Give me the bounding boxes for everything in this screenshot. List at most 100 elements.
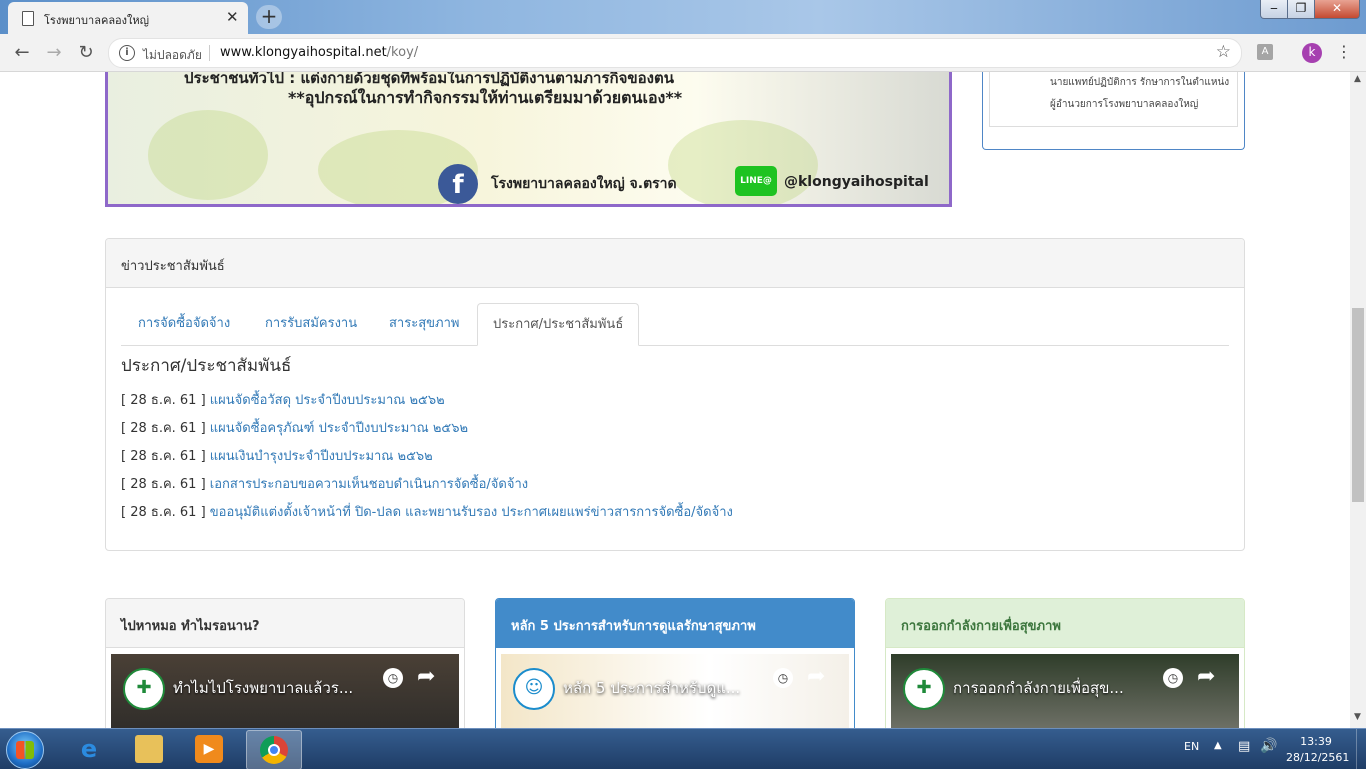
- media-player-icon: ▶: [195, 735, 223, 763]
- url-path: /koy/: [386, 45, 419, 60]
- tray-expand-icon[interactable]: ▲: [1214, 740, 1222, 751]
- video-card-wait-time: ไปหาหมอ ทำไมรอนาน? ✚ ทำไมไปโรงพยาบาลแล้ว…: [105, 598, 465, 728]
- tab-health[interactable]: สาระสุขภาพ: [374, 303, 474, 344]
- taskbar-media-player[interactable]: ▶: [182, 730, 236, 768]
- card-title: ไปหาหมอ ทำไมรอนาน?: [121, 619, 260, 634]
- security-label[interactable]: ไม่ปลอดภัย: [143, 46, 202, 65]
- news-link[interactable]: แผนเงินบำรุงประจำปีงบประมาณ ๒๕๖๒: [210, 449, 433, 464]
- news-link[interactable]: แผนจัดซื้อวัสดุ ประจำปีงบประมาณ ๒๕๖๒: [210, 393, 445, 408]
- browser-title-bar: โรงพยาบาลคลองใหญ่ ✕ + ‒ ❐ ✕: [0, 0, 1366, 34]
- language-indicator[interactable]: EN: [1184, 740, 1199, 753]
- list-item: [ 28 ธ.ค. 61 ] แผนเงินบำรุงประจำปีงบประม…: [121, 445, 433, 466]
- video-card-health-principles: หลัก 5 ประการสำหรับการดูแลรักษาสุขภาพ ☺ …: [495, 598, 855, 728]
- card-header: หลัก 5 ประการสำหรับการดูแลรักษาสุขภาพ: [496, 599, 854, 648]
- news-link[interactable]: แผนจัดซื้อครุภัณฑ์ ประจำปีงบประมาณ ๒๕๖๒: [210, 421, 468, 436]
- chrome-icon: [260, 736, 288, 764]
- card-title: การออกกำลังกายเพื่อสุขภาพ: [901, 619, 1061, 634]
- line-id: @klongyaihospital: [784, 174, 929, 190]
- news-tabs: การจัดซื้อจัดจ้าง การรับสมัครงาน สาระสุข…: [121, 303, 1229, 346]
- profile-avatar[interactable]: k: [1302, 43, 1322, 63]
- pdf-extension-icon[interactable]: A: [1257, 44, 1273, 60]
- line-icon: LINE@: [735, 166, 777, 196]
- reload-icon[interactable]: ↻: [74, 41, 98, 65]
- banner-text-line2: **อุปกรณ์ในการทำกิจกรรมให้ท่านเตรียมมาด้…: [288, 88, 683, 107]
- share-icon[interactable]: ➦: [1197, 664, 1215, 689]
- url-host: www.klongyaihospital.net: [220, 45, 387, 60]
- news-date: [ 28 ธ.ค. 61 ]: [121, 449, 206, 464]
- share-icon[interactable]: ➦: [807, 664, 825, 689]
- window-minimize-button[interactable]: ‒: [1260, 0, 1288, 19]
- video-title[interactable]: การออกกำลังกายเพื่อสุข...: [953, 676, 1124, 700]
- moph-logo-icon: ✚: [123, 668, 165, 710]
- network-icon[interactable]: ▤: [1238, 739, 1250, 754]
- internet-explorer-icon: e: [80, 735, 98, 763]
- taskbar-internet-explorer[interactable]: e: [62, 730, 116, 768]
- video-player[interactable]: ☺ หลัก 5 ประการสำหรับดูแ... ◷ ➦: [501, 654, 849, 728]
- watch-later-icon[interactable]: ◷: [383, 668, 403, 688]
- back-icon[interactable]: ←: [10, 41, 34, 65]
- news-date: [ 28 ธ.ค. 61 ]: [121, 505, 206, 520]
- taskbar-chrome[interactable]: [246, 730, 302, 770]
- presenter-avatar-icon: ☺: [513, 668, 555, 710]
- video-title[interactable]: หลัก 5 ประการสำหรับดูแ...: [563, 676, 740, 700]
- list-item: [ 28 ธ.ค. 61 ] ขออนุมัติแต่งตั้งเจ้าหน้า…: [121, 501, 733, 522]
- list-item: [ 28 ธ.ค. 61 ] แผนจัดซื้อครุภัณฑ์ ประจำป…: [121, 417, 468, 438]
- video-title[interactable]: ทำไมไปโรงพยาบาลแล้วร...: [173, 676, 353, 700]
- news-date: [ 28 ธ.ค. 61 ]: [121, 477, 206, 492]
- url-text[interactable]: www.klongyaihospital.net/koy/: [220, 45, 418, 60]
- address-divider: [209, 45, 210, 61]
- tab-announcements[interactable]: ประกาศ/ประชาสัมพันธ์: [477, 303, 640, 346]
- volume-icon[interactable]: 🔊: [1260, 738, 1277, 754]
- news-panel-header: ข่าวประชาสัมพันธ์: [106, 239, 1244, 288]
- news-link[interactable]: เอกสารประกอบขอความเห็นชอบดำเนินการจัดซื้…: [210, 477, 528, 492]
- video-player[interactable]: ✚ ทำไมไปโรงพยาบาลแล้วร... ◷ ➦: [111, 654, 459, 728]
- browser-tab[interactable]: โรงพยาบาลคลองใหญ่ ✕: [8, 2, 248, 34]
- watch-later-icon[interactable]: ◷: [1163, 668, 1183, 688]
- video-player[interactable]: ✚ การออกกำลังกายเพื่อสุข... ◷ ➦: [891, 654, 1239, 728]
- facebook-icon: f: [438, 164, 478, 204]
- browser-menu-icon[interactable]: ⋮: [1336, 42, 1352, 61]
- show-desktop-button[interactable]: [1356, 729, 1366, 769]
- new-tab-button[interactable]: +: [256, 5, 282, 29]
- news-date: [ 28 ธ.ค. 61 ]: [121, 421, 206, 436]
- window-close-button[interactable]: ✕: [1314, 0, 1360, 19]
- info-icon[interactable]: i: [119, 45, 135, 61]
- taskbar-file-explorer[interactable]: [122, 730, 176, 768]
- address-bar[interactable]: i ไม่ปลอดภัย www.klongyaihospital.net/ko…: [108, 38, 1242, 68]
- watch-later-icon[interactable]: ◷: [773, 668, 793, 688]
- director-info-box: นายแพทย์ปฏิบัติการ รักษาการในตำแหน่ง ผู้…: [982, 72, 1245, 150]
- banner-leaf-decoration: [148, 110, 268, 200]
- tab-jobs[interactable]: การรับสมัครงาน: [250, 303, 372, 344]
- folder-icon: [135, 735, 163, 763]
- clock-time: 13:39: [1300, 735, 1332, 748]
- event-banner-image: ประชาชนทั่วไป : แต่งกายด้วยชุดที่พร้อมใน…: [105, 72, 952, 207]
- start-button[interactable]: [6, 731, 44, 769]
- share-icon[interactable]: ➦: [417, 664, 435, 689]
- news-link[interactable]: ขออนุมัติแต่งตั้งเจ้าหน้าที่ ปิด-ปลด และ…: [210, 505, 733, 520]
- forward-icon[interactable]: →: [42, 41, 66, 65]
- page-viewport: ประชาชนทั่วไป : แต่งกายด้วยชุดที่พร้อมใน…: [0, 72, 1350, 728]
- system-clock[interactable]: 13:39 28/12/2561: [1286, 734, 1349, 766]
- page-icon: [22, 11, 34, 26]
- list-item: [ 28 ธ.ค. 61 ] เอกสารประกอบขอความเห็นชอบ…: [121, 473, 528, 494]
- windows-taskbar: e ▶ EN ▲ ▤ 🔊 13:39 28/12/2561: [0, 728, 1366, 770]
- bookmark-star-icon[interactable]: ☆: [1216, 42, 1231, 62]
- facebook-page-name: โรงพยาบาลคลองใหญ่ จ.ตราด: [491, 176, 677, 192]
- scrollbar-thumb[interactable]: [1352, 308, 1364, 502]
- card-header: ไปหาหมอ ทำไมรอนาน?: [106, 599, 464, 648]
- news-date: [ 28 ธ.ค. 61 ]: [121, 393, 206, 408]
- news-panel-title: ข่าวประชาสัมพันธ์: [121, 259, 225, 274]
- director-position: นายแพทย์ปฏิบัติการ รักษาการในตำแหน่ง: [1050, 77, 1230, 88]
- scroll-up-icon[interactable]: ▲: [1354, 74, 1361, 84]
- tab-procurement[interactable]: การจัดซื้อจัดจ้าง: [123, 303, 245, 344]
- moph-logo-icon: ✚: [903, 668, 945, 710]
- director-title: ผู้อำนวยการโรงพยาบาลคลองใหญ่: [1050, 99, 1199, 110]
- video-card-exercise: การออกกำลังกายเพื่อสุขภาพ ✚ การออกกำลังก…: [885, 598, 1245, 728]
- director-info-inner: นายแพทย์ปฏิบัติการ รักษาการในตำแหน่ง ผู้…: [989, 72, 1238, 127]
- news-panel: ข่าวประชาสัมพันธ์ การจัดซื้อจัดจ้าง การร…: [105, 238, 1245, 551]
- tab-close-icon[interactable]: ✕: [226, 8, 239, 26]
- page-scrollbar[interactable]: ▲ ▼: [1350, 72, 1366, 728]
- window-maximize-button[interactable]: ❐: [1287, 0, 1315, 19]
- list-item: [ 28 ธ.ค. 61 ] แผนจัดซื้อวัสดุ ประจำปีงบ…: [121, 389, 445, 410]
- scroll-down-icon[interactable]: ▼: [1354, 712, 1361, 722]
